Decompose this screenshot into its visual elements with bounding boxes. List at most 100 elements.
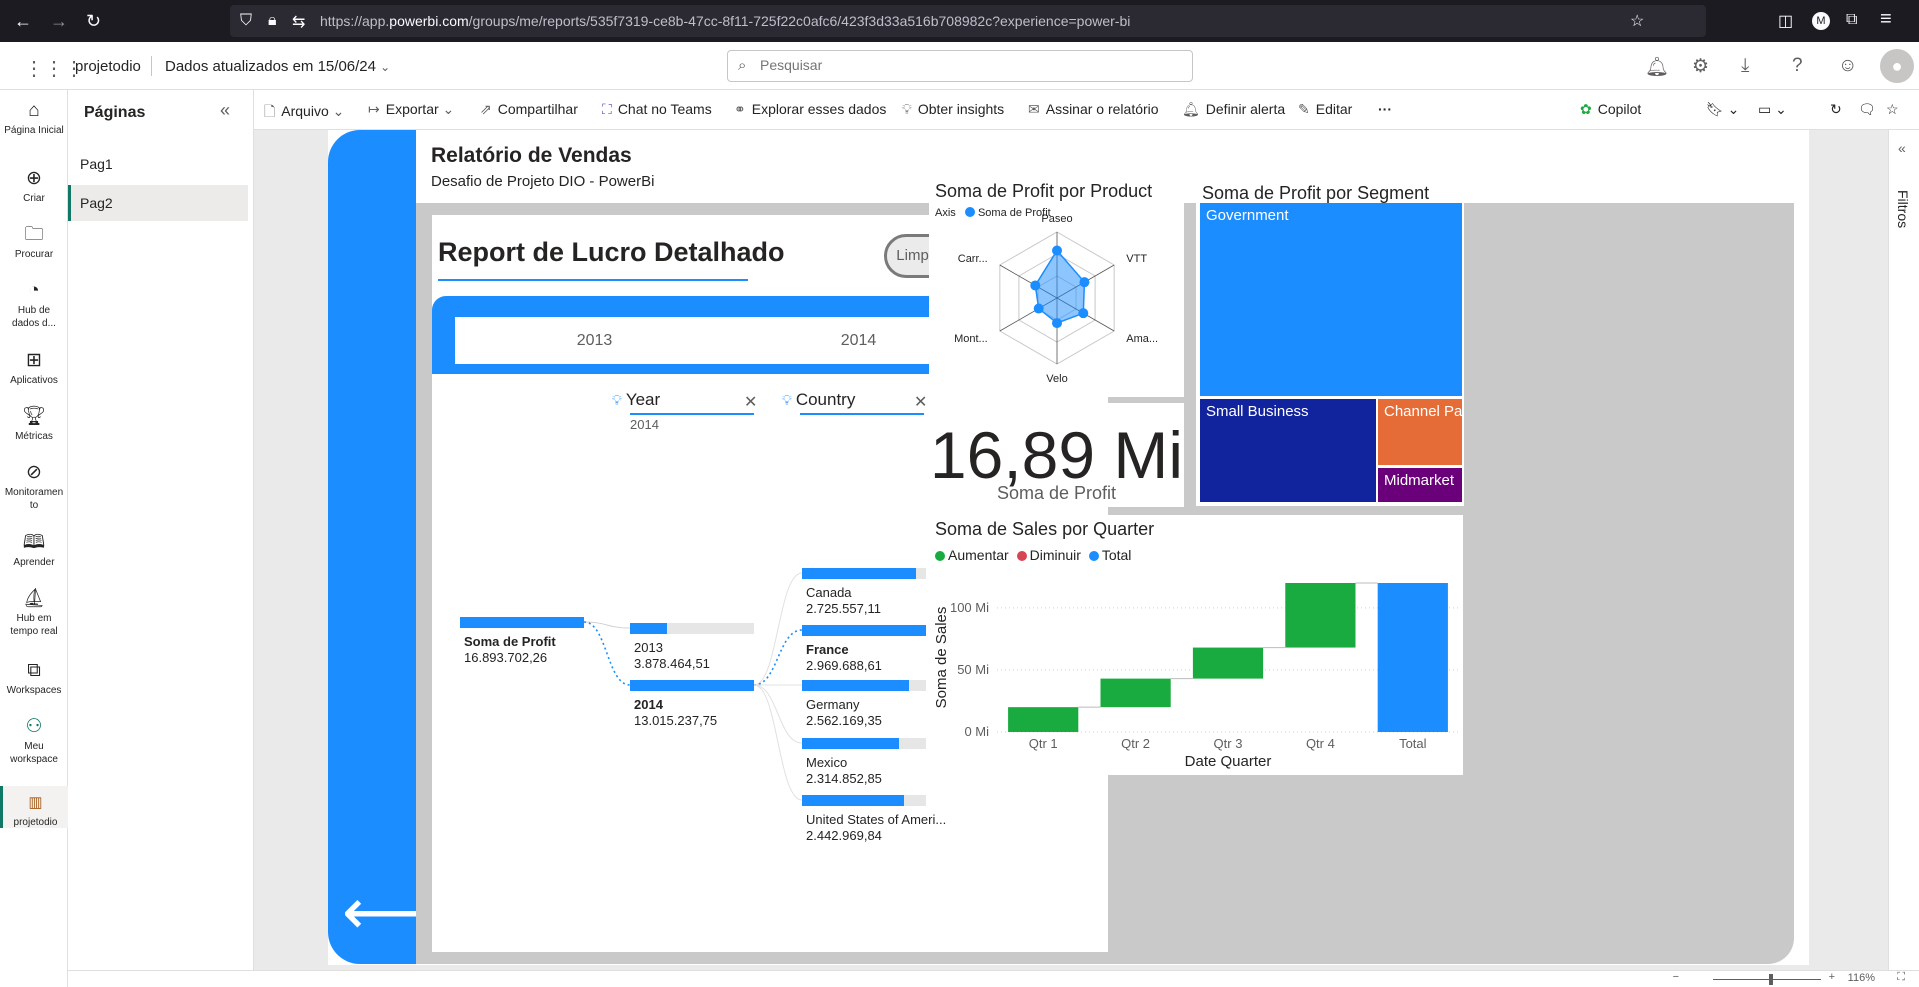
nav-workspaces[interactable]: ⧉ Workspaces bbox=[0, 660, 68, 697]
filters-toggle[interactable]: Filtros bbox=[1895, 190, 1911, 228]
exportar-menu[interactable]: ↦ Exportar ⌄ bbox=[368, 101, 460, 118]
edit-button[interactable]: ✎ Editar bbox=[1298, 101, 1352, 118]
zoom-level[interactable]: 116% bbox=[1848, 972, 1875, 984]
nav-home[interactable]: ⌂ Página Inicial bbox=[0, 100, 68, 137]
expand-filters-icon[interactable]: « bbox=[1898, 140, 1906, 156]
help-icon[interactable]: ? bbox=[1792, 55, 1803, 77]
waterfall-card[interactable]: Soma de Sales por Quarter Aumentar Dimin… bbox=[929, 515, 1463, 775]
set-alert-button[interactable]: 🔔︎ Definir alerta bbox=[1182, 101, 1285, 118]
radar-series-area bbox=[1034, 249, 1086, 324]
treemap-tile-midmarket[interactable]: Midmarket bbox=[1378, 468, 1462, 502]
pocket-icon[interactable]: ◫ bbox=[1778, 11, 1793, 31]
search-box[interactable]: ⌕ bbox=[727, 50, 1193, 82]
waterfall-increase-bar[interactable] bbox=[1100, 678, 1171, 708]
nav-label: Hub de dados d... bbox=[12, 305, 56, 329]
profile-avatar[interactable]: M bbox=[1812, 12, 1830, 30]
view-icon[interactable]: ▭ ⌄ bbox=[1758, 101, 1787, 118]
node-name: France bbox=[806, 642, 849, 657]
feedback-icon[interactable]: ☺ bbox=[1838, 55, 1857, 77]
nav-label: Aprender bbox=[13, 557, 55, 568]
radar-chart-card[interactable]: Soma de Profit por Product Axis Soma de … bbox=[929, 177, 1184, 397]
radar-point[interactable] bbox=[1052, 245, 1062, 256]
insights-button[interactable]: 💡︎ Obter insights bbox=[902, 101, 1004, 118]
download-icon[interactable]: ⤓ bbox=[1741, 55, 1749, 77]
y-tick-label: 100 Mi bbox=[950, 600, 989, 615]
waterfall-increase-bar[interactable] bbox=[1008, 707, 1079, 732]
arquivo-menu[interactable]: 🗋 Arquivo ⌄ bbox=[264, 101, 350, 125]
kpi-label: Soma de Profit bbox=[996, 483, 1117, 503]
treemap-card[interactable]: Soma de Profit por Segment Government Sm… bbox=[1196, 179, 1464, 506]
radar-point[interactable] bbox=[1052, 318, 1062, 329]
book-icon: 🕮 bbox=[22, 532, 46, 553]
favorite-star-icon[interactable]: ☆ bbox=[1886, 101, 1899, 118]
comment-icon[interactable]: 🗨︎ bbox=[1858, 101, 1876, 118]
page-tab-pag2[interactable]: Pag2 bbox=[68, 185, 248, 221]
share-icon: ⇗ bbox=[480, 101, 492, 117]
subscribe-button[interactable]: ✉ Assinar o relatório bbox=[1028, 101, 1159, 118]
reload-icon[interactable]: ↻ bbox=[86, 11, 101, 32]
more-options-icon[interactable]: ··· bbox=[1378, 101, 1392, 117]
node-value: 2.969.688,61 bbox=[806, 658, 882, 673]
slicer-2013-button[interactable]: 2013 bbox=[455, 317, 734, 364]
nav-my-workspace[interactable]: ⚇ Meu workspace bbox=[0, 716, 68, 766]
treemap-tile-channel-partners[interactable]: Channel Pa... bbox=[1378, 399, 1462, 465]
workspace-name[interactable]: projetodio bbox=[75, 58, 141, 75]
kpi-card[interactable]: 16,89 Mi Soma de Profit bbox=[929, 403, 1184, 507]
copilot-label: Copilot bbox=[1597, 101, 1642, 117]
copilot-button[interactable]: ✿ Copilot bbox=[1580, 101, 1641, 118]
node-value: 2.314.852,85 bbox=[806, 771, 882, 786]
data-updated-dropdown[interactable]: Dados atualizados em 15/06/24 ⌄ bbox=[165, 58, 390, 75]
user-avatar-icon[interactable]: ● bbox=[1880, 49, 1914, 83]
zoom-out-icon[interactable]: − bbox=[1673, 971, 1679, 983]
nav-monitoring[interactable]: ⊘ Monitoramento bbox=[0, 462, 68, 512]
report-title: Relatório de Vendas bbox=[431, 144, 632, 167]
nav-create[interactable]: ⊕ Criar bbox=[0, 168, 68, 205]
nav-data-hub[interactable]: ◔ Hub de dados d... bbox=[0, 280, 68, 330]
y-tick-label: 0 Mi bbox=[964, 724, 989, 739]
refresh-icon[interactable]: ↻ bbox=[1830, 101, 1842, 118]
waterfall-total-bar[interactable] bbox=[1377, 583, 1448, 732]
notifications-bell-icon[interactable]: 🔔︎ bbox=[1645, 55, 1669, 79]
left-navigation: ⌂ Página Inicial ⊕ Criar 🗀 Procurar ◔ Hub de… bbox=[0, 90, 68, 987]
fit-page-icon[interactable]: ⛶ bbox=[1897, 971, 1905, 984]
radar-point[interactable] bbox=[1078, 308, 1089, 319]
permissions-icon[interactable]: ⇆ bbox=[292, 12, 305, 32]
teams-chat-button[interactable]: ⛶ Chat no Teams bbox=[602, 101, 712, 118]
search-input[interactable] bbox=[760, 57, 1160, 73]
nav-realtime-hub[interactable]: ⛵︎ Hub em tempo real bbox=[0, 588, 68, 638]
nav-current-report[interactable]: ▥ projetodio bbox=[0, 786, 68, 828]
lock-icon[interactable]: 🔒︎ bbox=[268, 12, 277, 30]
extensions-icon[interactable]: ⧉ bbox=[1846, 11, 1857, 29]
folder-icon: 🗀 bbox=[24, 224, 44, 245]
waterfall-increase-bar[interactable] bbox=[1285, 583, 1356, 648]
nav-label: Criar bbox=[23, 193, 45, 204]
nav-learn[interactable]: 🕮 Aprender bbox=[0, 532, 68, 569]
treemap-tile-government[interactable]: Government bbox=[1200, 203, 1462, 396]
treemap-tile-small-business[interactable]: Small Business bbox=[1200, 399, 1376, 502]
nav-apps[interactable]: ⊞ Aplicativos bbox=[0, 350, 68, 387]
address-bar[interactable]: ⛉ 🔒︎ ⇆ https://app.powerbi.com/groups/me… bbox=[230, 5, 1706, 37]
compartilhar-button[interactable]: ⇗ Compartilhar bbox=[480, 101, 578, 118]
back-arrow-icon[interactable]: ← bbox=[14, 11, 32, 32]
node-bar-fill bbox=[630, 680, 754, 691]
bookmark-icon[interactable]: 🔖︎ ⌄ bbox=[1706, 101, 1739, 118]
connector-line-selected bbox=[753, 629, 803, 686]
page-tab-pag1[interactable]: Pag1 bbox=[68, 146, 248, 182]
binoculars-icon: ⚭ bbox=[734, 101, 746, 117]
settings-gear-icon[interactable]: ⚙ bbox=[1692, 55, 1709, 78]
explore-data-button[interactable]: ⚭ Explorar esses dados bbox=[734, 101, 886, 118]
shield-icon[interactable]: ⛉ bbox=[240, 12, 252, 30]
nav-browse[interactable]: 🗀 Procurar bbox=[0, 224, 68, 261]
zoom-slider-handle[interactable] bbox=[1769, 974, 1773, 985]
radar-point[interactable] bbox=[1030, 280, 1041, 291]
menu-icon[interactable]: ≡ bbox=[1880, 8, 1892, 31]
waterfall-increase-bar[interactable] bbox=[1192, 647, 1264, 679]
forward-arrow-icon[interactable]: → bbox=[50, 11, 68, 32]
node-value: 16.893.702,26 bbox=[464, 650, 548, 665]
collapse-pane-icon[interactable]: « bbox=[220, 100, 230, 121]
nav-metrics[interactable]: 🏆︎ Métricas bbox=[0, 406, 68, 443]
bookmark-star-icon[interactable]: ☆ bbox=[1630, 11, 1644, 31]
radar-point[interactable] bbox=[1033, 303, 1044, 314]
radar-point[interactable] bbox=[1079, 277, 1090, 288]
zoom-in-icon[interactable]: + bbox=[1829, 971, 1835, 983]
